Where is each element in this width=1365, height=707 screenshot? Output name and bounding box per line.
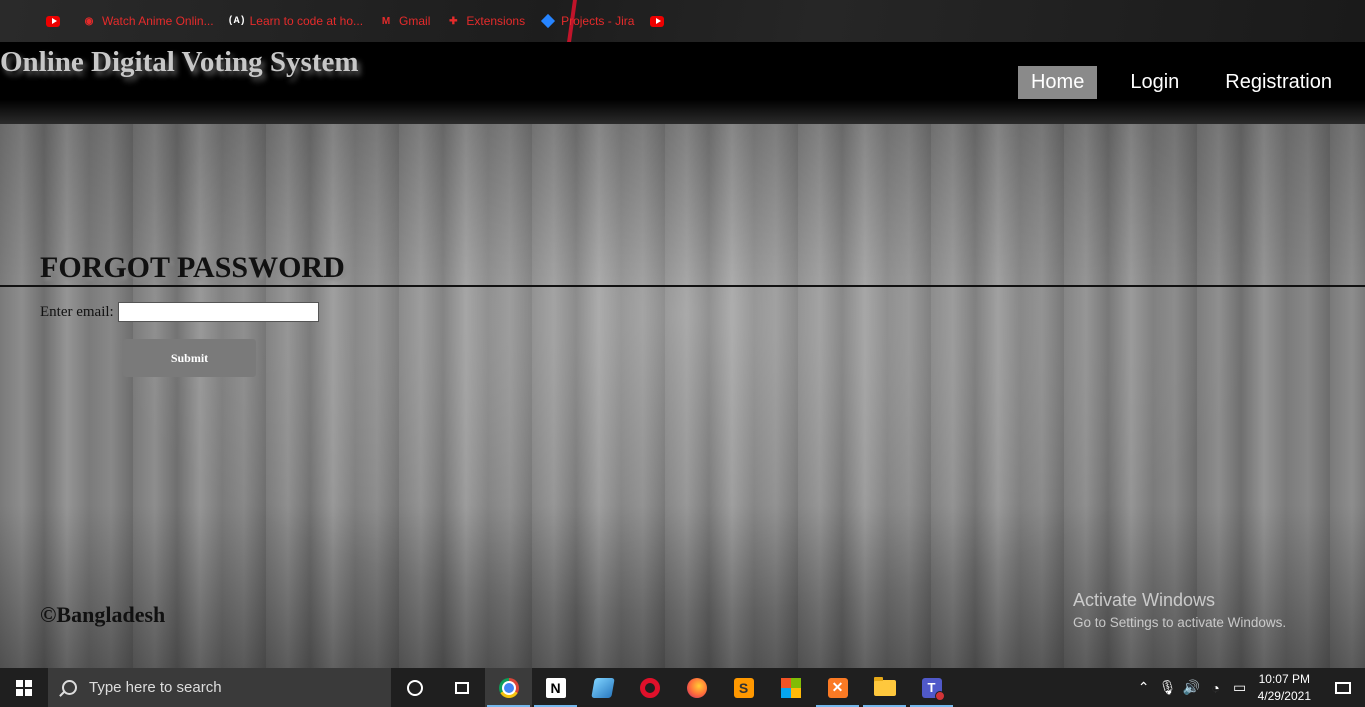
activate-windows-watermark: Activate Windows Go to Settings to activ… <box>1073 590 1286 630</box>
chevron-up-icon[interactable]: ⌃ <box>1132 668 1156 707</box>
crunchyroll-icon: ◉ <box>84 15 94 27</box>
start-button[interactable] <box>0 668 48 707</box>
notification-icon <box>1335 681 1351 694</box>
email-label: Enter email: <box>40 303 114 320</box>
site-title: Online Digital Voting System <box>0 46 359 78</box>
clock-time: 10:07 PM <box>1258 671 1310 686</box>
divider <box>0 285 1365 287</box>
taskbar-search[interactable]: Type here to search <box>48 668 391 707</box>
youtube-icon <box>650 14 665 28</box>
system-tray: ⌃ 🎙 🔊 ◔ ▭ 10:07 PM 4/29/2021 <box>1132 668 1365 707</box>
email-row: Enter email: <box>40 302 319 322</box>
bookmark-youtube-2[interactable] <box>650 14 670 28</box>
microphone-icon[interactable]: 🎙 <box>1156 668 1180 707</box>
bookmark-gmail[interactable]: M Gmail <box>379 14 431 28</box>
cortana-button[interactable] <box>391 668 438 707</box>
taskbar-chrome[interactable] <box>485 668 532 707</box>
notification-button[interactable] <box>1321 668 1365 707</box>
taskbar-opera[interactable] <box>626 668 673 707</box>
bookmark-label: Watch Anime Onlin... <box>102 14 214 28</box>
nav-registration[interactable]: Registration <box>1212 66 1345 99</box>
taskbar-app[interactable] <box>579 668 626 707</box>
taskbar-file-explorer[interactable] <box>861 668 908 707</box>
freecodecamp-icon: (A) <box>227 15 246 27</box>
search-placeholder: Type here to search <box>89 679 222 696</box>
taskbar-xampp[interactable]: ✕ <box>814 668 861 707</box>
page-title: FORGOT PASSWORD <box>40 251 345 284</box>
chrome-icon <box>498 677 519 698</box>
puzzle-icon: ✚ <box>449 15 458 27</box>
volume-icon[interactable]: 🔊 <box>1180 668 1204 707</box>
teams-icon: T <box>921 677 945 701</box>
jira-icon <box>541 13 556 29</box>
file-explorer-icon <box>873 676 896 696</box>
firefox-icon <box>686 677 707 698</box>
footer-copyright: ©Bangladesh <box>40 602 166 627</box>
bookmark-learn-to-code[interactable]: (A) Learn to code at ho... <box>227 14 364 28</box>
taskbar-sublime[interactable]: S <box>720 668 767 707</box>
bookmark-label: Extensions <box>466 14 526 28</box>
wifi-icon[interactable]: ◔ <box>1204 668 1228 707</box>
watermark-subtitle: Go to Settings to activate Windows. <box>1073 615 1287 630</box>
bookmark-extensions[interactable]: ✚ Extensions <box>446 14 525 28</box>
battery-icon[interactable]: ▭ <box>1228 668 1252 707</box>
windows-icon <box>16 679 32 696</box>
main-nav: Home Login Registration <box>998 66 1345 99</box>
youtube-icon <box>46 14 60 28</box>
search-icon <box>62 680 77 695</box>
taskbar: Type here to search N S ✕ T ⌃ 🎙 🔊 ◔ ▭ 10… <box>0 668 1365 707</box>
sublime-icon: S <box>733 677 754 698</box>
bookmarks-bar: ◉ Watch Anime Onlin... (A) Learn to code… <box>0 0 1365 42</box>
notion-icon: N <box>545 677 566 698</box>
nav-home[interactable]: Home <box>1017 66 1098 99</box>
email-input[interactable] <box>117 302 319 322</box>
taskbar-office[interactable] <box>767 668 814 707</box>
bookmark-label: Projects - Jira <box>561 14 635 28</box>
submit-button[interactable]: Submit <box>123 339 256 377</box>
gmail-icon: M <box>381 15 391 27</box>
xampp-icon: ✕ <box>827 677 848 698</box>
nav-login[interactable]: Login <box>1117 66 1192 99</box>
task-view-button[interactable] <box>438 668 485 707</box>
cortana-icon <box>406 679 423 696</box>
opera-icon <box>639 677 660 698</box>
watermark-title: Activate Windows <box>1073 590 1216 610</box>
bookmark-jira[interactable]: Projects - Jira <box>541 13 635 29</box>
taskbar-notion[interactable]: N <box>532 668 579 707</box>
office-icon <box>780 677 801 698</box>
main-content: FORGOT PASSWORD Enter email: Submit ©Ban… <box>0 124 1365 668</box>
bookmark-youtube[interactable] <box>46 14 66 28</box>
bookmark-watch-anime[interactable]: ◉ Watch Anime Onlin... <box>82 14 214 28</box>
clock-date: 4/29/2021 <box>1257 688 1311 703</box>
clock[interactable]: 10:07 PM 4/29/2021 <box>1258 671 1311 705</box>
task-view-icon <box>454 681 469 694</box>
app-icon <box>590 677 615 698</box>
taskbar-firefox[interactable] <box>673 668 720 707</box>
taskbar-teams[interactable]: T <box>908 668 955 707</box>
bookmark-label: Learn to code at ho... <box>249 14 364 28</box>
site-header: Online Digital Voting System Home Login … <box>0 42 1365 124</box>
bookmark-label: Gmail <box>399 14 431 28</box>
